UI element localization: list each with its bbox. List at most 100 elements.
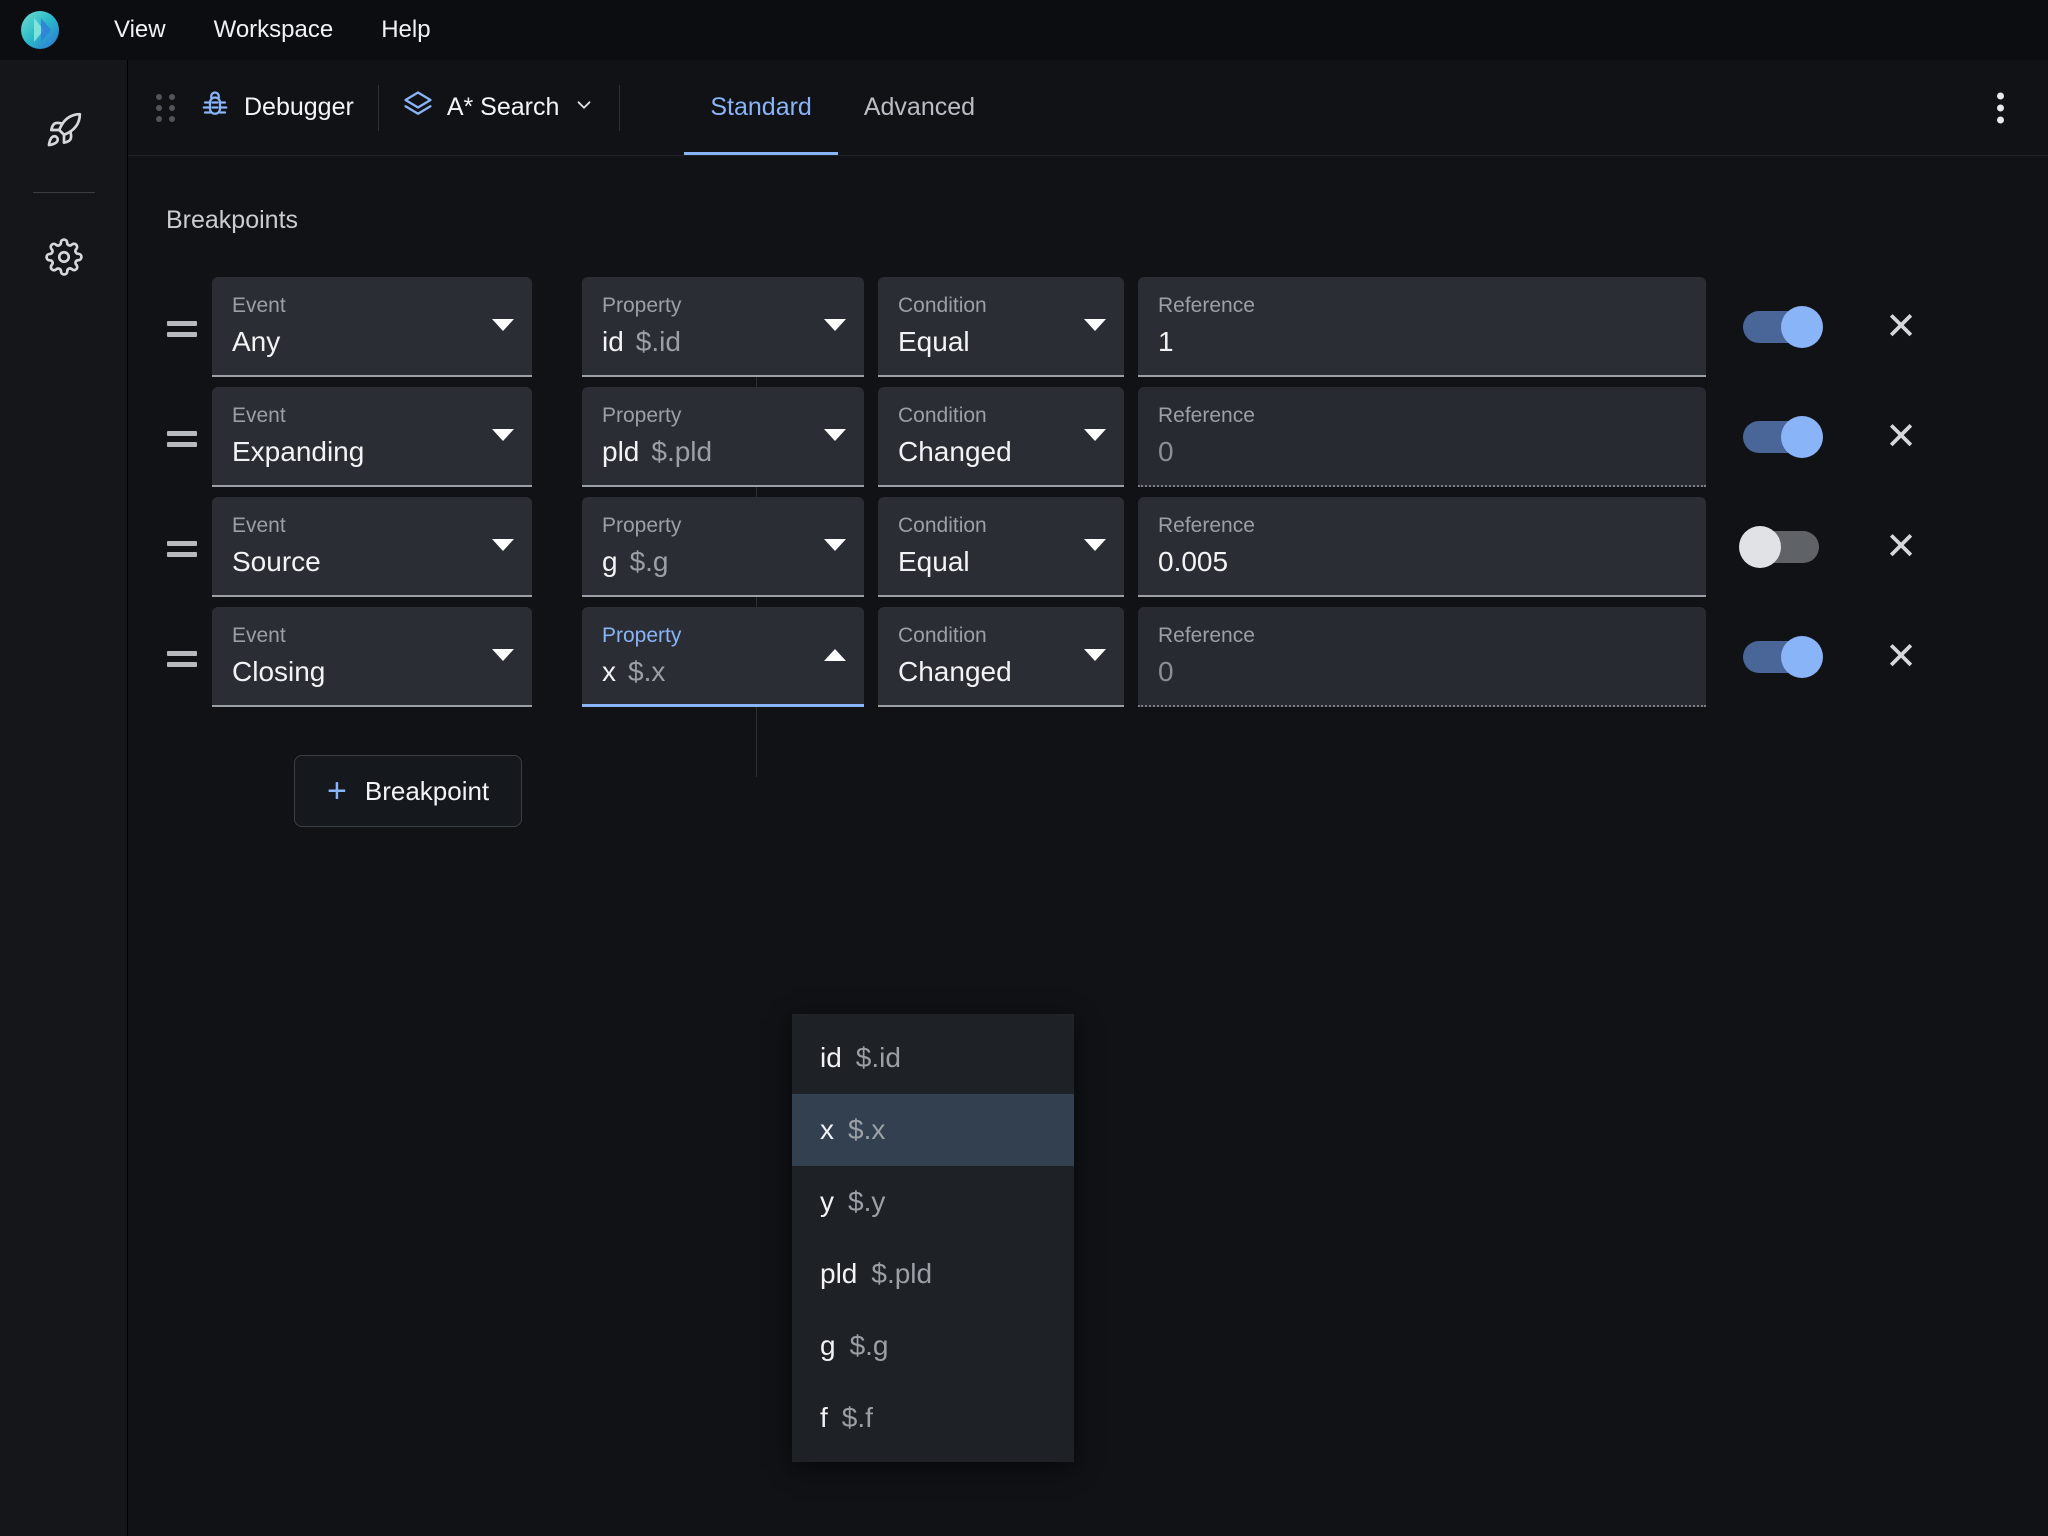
row-enable-toggle[interactable] — [1706, 607, 1856, 707]
menu-bar: View Workspace Help — [0, 0, 2048, 60]
condition-label: Condition — [898, 514, 987, 537]
property-value: id $.id — [602, 326, 681, 357]
event-select[interactable]: Event Any — [212, 277, 532, 377]
row-enable-toggle[interactable] — [1706, 387, 1856, 487]
condition-value: Equal — [898, 326, 970, 357]
condition-select[interactable]: Condition Equal — [878, 277, 1124, 377]
condition-label: Condition — [898, 294, 987, 317]
menu-item-workspace[interactable]: Workspace — [190, 10, 358, 50]
reference-input[interactable]: Reference 1 — [1138, 277, 1706, 377]
condition-select[interactable]: Condition Equal — [878, 497, 1124, 597]
rocket-icon[interactable] — [32, 98, 96, 162]
chevron-down-icon — [824, 539, 846, 551]
toggle-track — [1743, 306, 1823, 348]
reference-value: 0.005 — [1158, 546, 1229, 577]
reference-input[interactable]: Reference 0.005 — [1138, 497, 1706, 597]
condition-value: Changed — [898, 656, 1012, 687]
main-panel: Debugger A* Search Standard Advanced Bre… — [128, 60, 2048, 1536]
row-enable-toggle[interactable] — [1706, 497, 1856, 597]
gear-icon[interactable] — [32, 225, 96, 289]
reference-label: Reference — [1158, 294, 1255, 317]
page-title: Breakpoints — [166, 206, 299, 234]
dropdown-option-pld[interactable]: pld $.pld — [792, 1238, 1074, 1310]
add-breakpoint-button[interactable]: + Breakpoint — [294, 755, 523, 827]
property-label: Property — [602, 514, 682, 537]
reference-input: Reference 0 — [1138, 607, 1706, 707]
left-rail — [0, 60, 128, 1536]
row-enable-toggle[interactable] — [1706, 277, 1856, 377]
row-drag-handle-icon[interactable] — [152, 387, 212, 497]
remove-row-button[interactable]: ✕ — [1856, 497, 1946, 597]
event-label: Event — [232, 624, 286, 647]
row-drag-handle-icon[interactable] — [152, 497, 212, 607]
condition-value: Equal — [898, 546, 970, 577]
chevron-down-icon — [492, 539, 514, 551]
table-row: Event Closing Property x $.x Condition C… — [128, 607, 2048, 717]
property-label: Property — [602, 404, 682, 427]
property-label: Property — [602, 294, 682, 317]
event-value: Source — [232, 546, 321, 577]
dropdown-option-x[interactable]: x $.x — [792, 1094, 1074, 1166]
app-logo-icon — [20, 10, 60, 50]
chevron-down-icon — [824, 429, 846, 441]
dropdown-option-y[interactable]: y $.y — [792, 1166, 1074, 1238]
drag-dots-icon[interactable] — [156, 93, 178, 122]
remove-row-button[interactable]: ✕ — [1856, 277, 1946, 377]
toggle-track — [1743, 416, 1823, 458]
toolbar-divider-1 — [377, 84, 379, 131]
property-value: pld $.pld — [602, 436, 713, 467]
event-value: Any — [232, 326, 281, 357]
chevron-down-icon — [492, 429, 514, 441]
condition-select[interactable]: Condition Changed — [878, 607, 1124, 707]
reference-label: Reference — [1158, 514, 1255, 537]
toggle-knob — [1781, 416, 1823, 458]
remove-row-button[interactable]: ✕ — [1856, 387, 1946, 487]
rail-divider — [32, 192, 95, 193]
tab-standard[interactable]: Standard — [684, 60, 839, 155]
menu-item-help[interactable]: Help — [357, 10, 454, 50]
condition-label: Condition — [898, 404, 987, 427]
toggle-track — [1739, 526, 1819, 568]
algorithm-label: A* Search — [446, 93, 560, 121]
add-breakpoint-label: Breakpoint — [364, 775, 490, 806]
row-drag-handle-icon[interactable] — [152, 607, 212, 717]
property-select[interactable]: Property pld $.pld — [582, 387, 864, 487]
kebab-menu-icon[interactable] — [1989, 84, 2012, 131]
toolbar-divider-2 — [619, 84, 621, 131]
chevron-down-icon — [1084, 319, 1106, 331]
view-tabs: Standard Advanced — [684, 60, 1001, 155]
algorithm-selector[interactable]: A* Search — [403, 90, 596, 125]
dropdown-option-g[interactable]: g $.g — [792, 1310, 1074, 1382]
condition-value: Changed — [898, 436, 1012, 467]
property-select[interactable]: Property g $.g — [582, 497, 864, 597]
dropdown-option-id[interactable]: id $.id — [792, 1022, 1074, 1094]
property-select[interactable]: Property id $.id — [582, 277, 864, 377]
plus-icon: + — [327, 772, 347, 810]
table-row: Event Any Property id $.id Condition Equ… — [128, 277, 2048, 387]
dropdown-option-f[interactable]: f $.f — [792, 1382, 1074, 1454]
event-select[interactable]: Event Closing — [212, 607, 532, 707]
table-row: Event Source Property g $.g Condition Eq… — [128, 497, 2048, 607]
tab-advanced[interactable]: Advanced — [838, 60, 1001, 155]
toggle-track — [1743, 636, 1823, 678]
menu-item-view[interactable]: View — [90, 10, 190, 50]
event-label: Event — [232, 294, 286, 317]
event-select[interactable]: Event Expanding — [212, 387, 532, 487]
condition-label: Condition — [898, 624, 987, 647]
debugger-group[interactable]: Debugger — [200, 90, 354, 125]
chevron-down-icon — [492, 319, 514, 331]
event-select[interactable]: Event Source — [212, 497, 532, 597]
remove-row-button[interactable]: ✕ — [1856, 607, 1946, 707]
property-value: g $.g — [602, 546, 669, 577]
toggle-knob — [1781, 306, 1823, 348]
reference-value: 0 — [1158, 436, 1174, 467]
property-dropdown-menu: id $.id x $.x y $.y pld $.pld g $.g f $.f — [792, 1014, 1074, 1462]
event-label: Event — [232, 404, 286, 427]
layers-icon — [403, 90, 433, 125]
row-drag-handle-icon[interactable] — [152, 277, 212, 387]
close-icon: ✕ — [1885, 526, 1917, 568]
property-select[interactable]: Property x $.x — [582, 607, 864, 707]
chevron-down-icon[interactable] — [573, 94, 595, 121]
condition-select[interactable]: Condition Changed — [878, 387, 1124, 487]
close-icon: ✕ — [1885, 416, 1917, 458]
